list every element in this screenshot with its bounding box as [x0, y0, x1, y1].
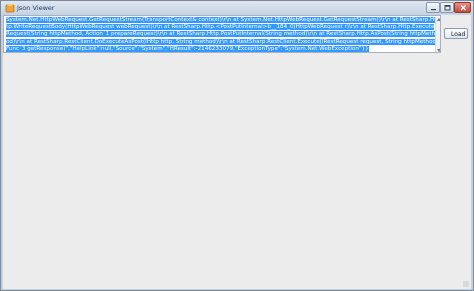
window-title: Json Viewer — [17, 4, 55, 12]
close-icon — [460, 5, 466, 11]
close-button[interactable] — [454, 2, 471, 13]
json-input-textbox[interactable]: System.Net.HttpWebRequest.GetRequestStre… — [3, 15, 441, 53]
maximize-button[interactable] — [440, 2, 454, 13]
title-bar[interactable]: Json Viewer — [1, 1, 473, 15]
minimize-icon — [431, 9, 436, 11]
minimize-button[interactable] — [426, 2, 440, 13]
scroll-down-icon[interactable] — [437, 49, 440, 52]
vertical-scrollbar[interactable] — [435, 17, 440, 52]
selected-text: System.Net.HttpWebRequest.GetRequestStre… — [6, 17, 438, 52]
load-button[interactable]: Load — [444, 28, 468, 39]
app-icon — [5, 4, 15, 13]
client-area: System.Net.HttpWebRequest.GetRequestStre… — [3, 15, 471, 289]
scroll-up-icon[interactable] — [437, 18, 440, 21]
json-viewer-window: Json Viewer System.Net.HttpWebRequest.Ge… — [0, 0, 474, 291]
maximize-icon — [444, 5, 451, 11]
resize-grip-icon[interactable] — [463, 281, 469, 287]
